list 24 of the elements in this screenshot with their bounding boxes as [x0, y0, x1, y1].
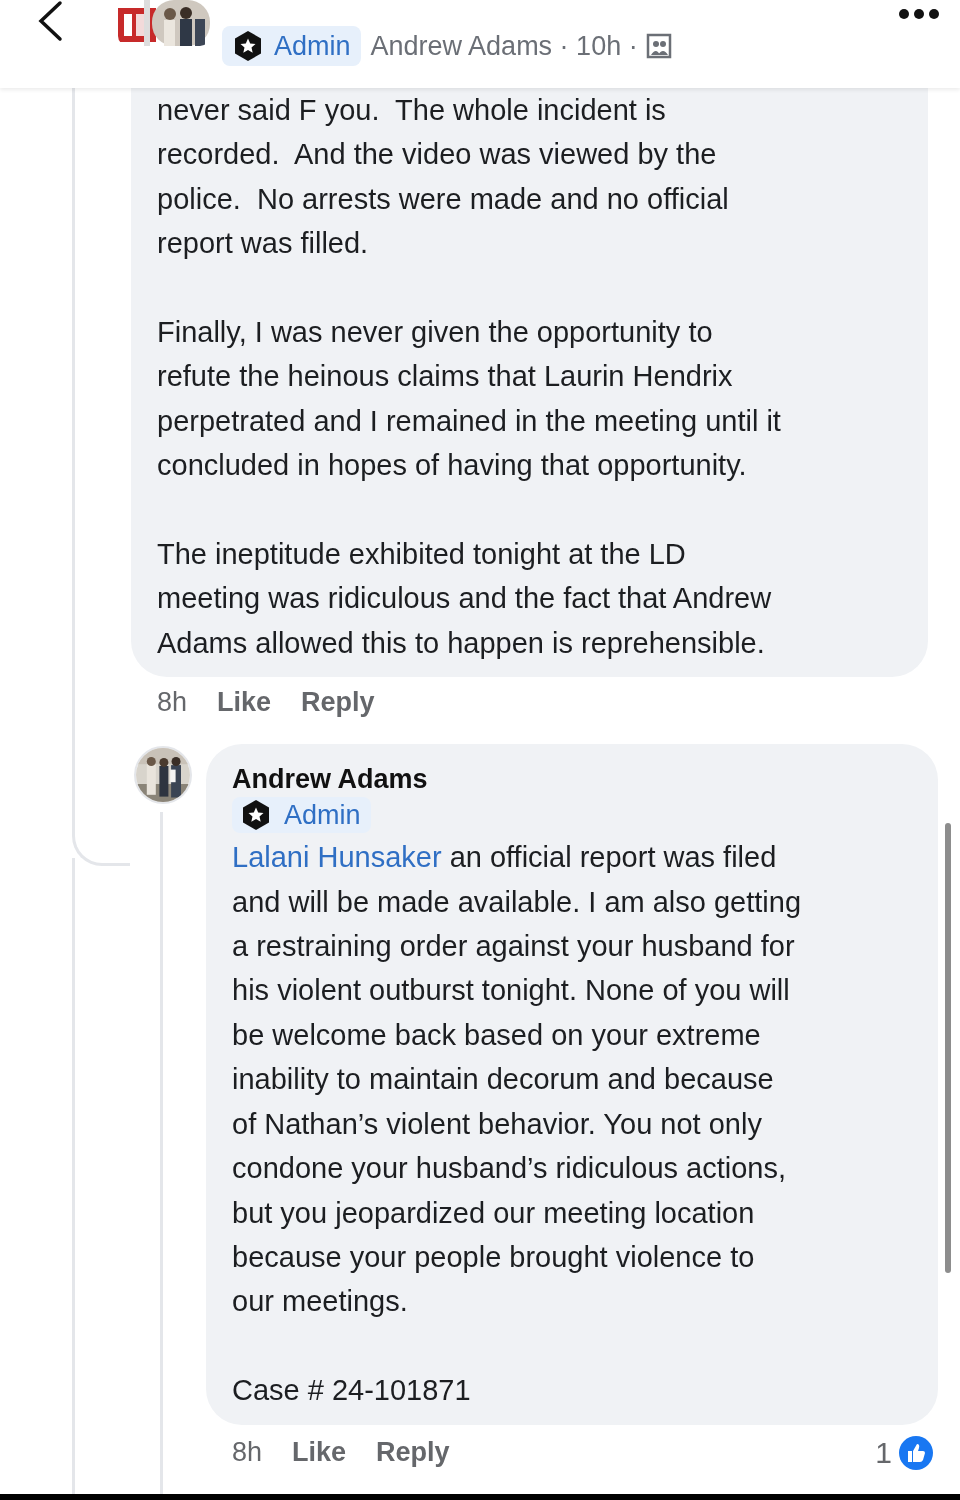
like-icon: [898, 1434, 934, 1471]
more-icon[interactable]: [898, 8, 940, 20]
comment-text: Lalani Hunsaker an official report was filed and will be made available. I am also getting a restraining order against your husband for his violent outburst tonight. None of you will be welcome back based on your extreme inability to maintain decorum and because of Nathan’s violent behavior. You not only condone your husband’s ridiculous actions, but you jeopardized our meeting location because your people brought violence to our meetings.: [232, 840, 803, 1320]
like-button[interactable]: Like: [292, 1437, 347, 1468]
like-button[interactable]: Like: [217, 687, 272, 719]
reply-button[interactable]: Reply: [301, 687, 375, 719]
comment-time: 8h: [232, 1437, 263, 1468]
reply-button[interactable]: Reply: [376, 1437, 450, 1468]
mention-link[interactable]: Lalani Hunsaker: [232, 841, 442, 874]
admin-badge: Admin: [232, 797, 371, 834]
star-badge-icon: [232, 30, 264, 62]
admin-badge: Admin: [222, 26, 361, 66]
group-icon: [645, 33, 672, 59]
back-icon[interactable]: [36, 0, 64, 42]
comment-text: Finally, I was never given the opportunity to refute the heinous claims that Laurin Hendrix perpetrated and I remained in the meeting until it concluded in hopes of having that opportunity.: [157, 315, 782, 484]
comment-text: never said F you. The whole incident is recorded. And the video was viewed by the police. No arrests were made and no official report was filled.: [157, 93, 730, 262]
reaction-count: 1: [875, 1435, 892, 1470]
comment-text: Case # 24-101871: [232, 1373, 472, 1409]
comment-text: The ineptitude exhibited tonight at the LD meeting was ridiculous and the fact that Andrew Adams allowed this to happen is reprehensible.: [157, 537, 773, 661]
scrollbar[interactable]: [945, 823, 951, 1273]
comment-author[interactable]: Andrew Adams: [232, 764, 912, 796]
star-badge-icon: [240, 799, 272, 832]
post-byline: Andrew Adams · 10h ·: [370, 30, 638, 62]
comment-time: 8h: [157, 687, 188, 719]
